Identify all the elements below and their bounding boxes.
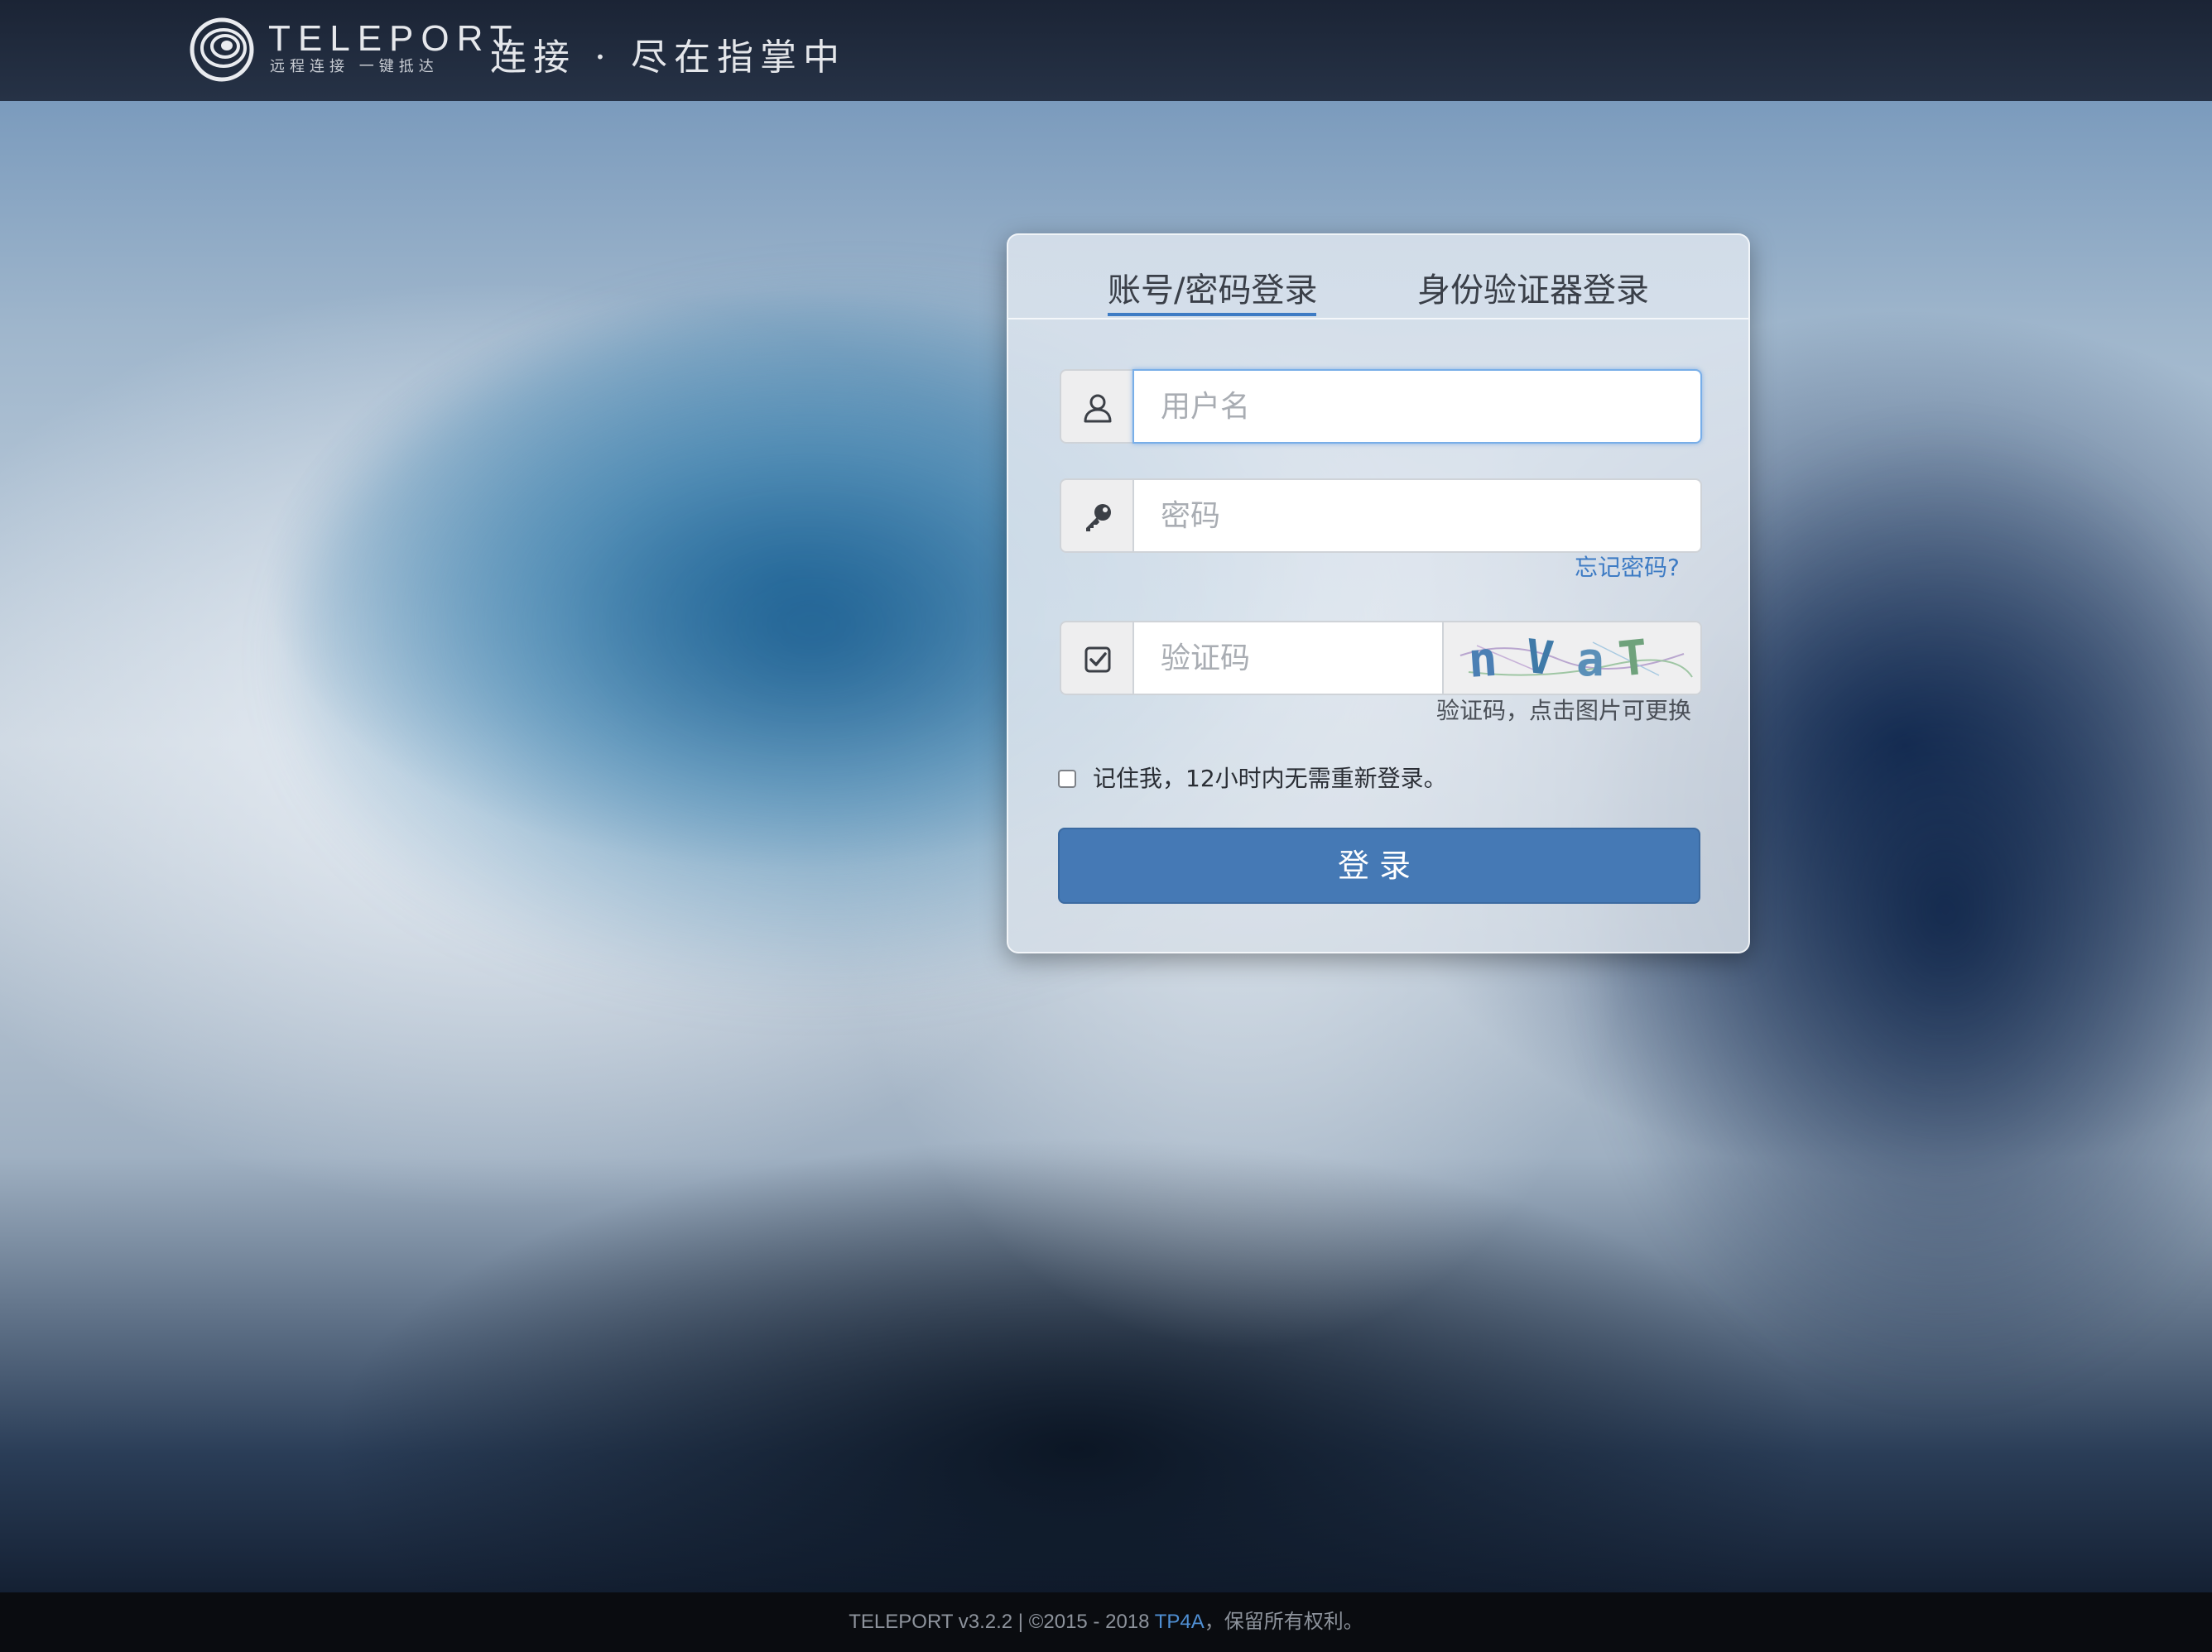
captcha-field: n V a T [1060, 621, 1702, 695]
username-input[interactable] [1132, 369, 1702, 444]
captcha-input[interactable] [1132, 621, 1442, 695]
captcha-image[interactable]: n V a T [1442, 621, 1702, 695]
header-slogan: 连接 · 尽在指掌中 [490, 36, 846, 79]
forgot-password-link[interactable]: 忘记密码? [1575, 553, 1680, 583]
captcha-graphic: n V a T [1444, 622, 1700, 694]
check-square-icon [1084, 646, 1111, 673]
footer-copyright: TELEPORT v3.2.2 | ©2015 - 2018 [849, 1611, 1155, 1633]
brand-name: TELEPORT [268, 18, 520, 59]
svg-text:V: V [1522, 630, 1556, 686]
svg-text:T: T [1616, 629, 1651, 688]
remember-me-label[interactable]: 记住我，12小时内无需重新登录。 [1093, 762, 1447, 795]
top-header: TELEPORT 远程连接 一键抵达 连接 · 尽在指掌中 [0, 0, 2212, 101]
password-input[interactable] [1132, 478, 1702, 553]
page-footer: TELEPORT v3.2.2 | ©2015 - 2018 TP4A，保留所有… [0, 1592, 2212, 1652]
logo-swirl-icon [190, 17, 254, 82]
remember-me-checkbox[interactable] [1058, 770, 1076, 788]
active-tab-indicator [1108, 313, 1316, 316]
user-outline-icon [1084, 394, 1112, 423]
username-field [1060, 369, 1702, 444]
key-icon [1086, 504, 1111, 531]
password-field [1060, 478, 1702, 553]
login-tabs: 账号/密码登录 身份验证器登录 [1008, 235, 1748, 319]
svg-text:n: n [1466, 631, 1499, 689]
username-addon [1060, 369, 1132, 444]
password-addon [1060, 478, 1132, 553]
footer-rights: ，保留所有权利。 [1204, 1611, 1363, 1633]
login-button[interactable]: 登录 [1058, 828, 1700, 904]
tab-account-password[interactable]: 账号/密码登录 [1108, 270, 1317, 311]
svg-text:a: a [1576, 633, 1604, 687]
footer-tp4a-link[interactable]: TP4A [1155, 1611, 1205, 1633]
captcha-hint: 验证码，点击图片可更换 [1436, 697, 1692, 724]
tab-authenticator[interactable]: 身份验证器登录 [1417, 270, 1649, 311]
teleport-logo[interactable]: TELEPORT 远程连接 一键抵达 [189, 15, 512, 82]
captcha-addon [1060, 621, 1132, 695]
brand-subtitle: 远程连接 一键抵达 [270, 58, 439, 75]
